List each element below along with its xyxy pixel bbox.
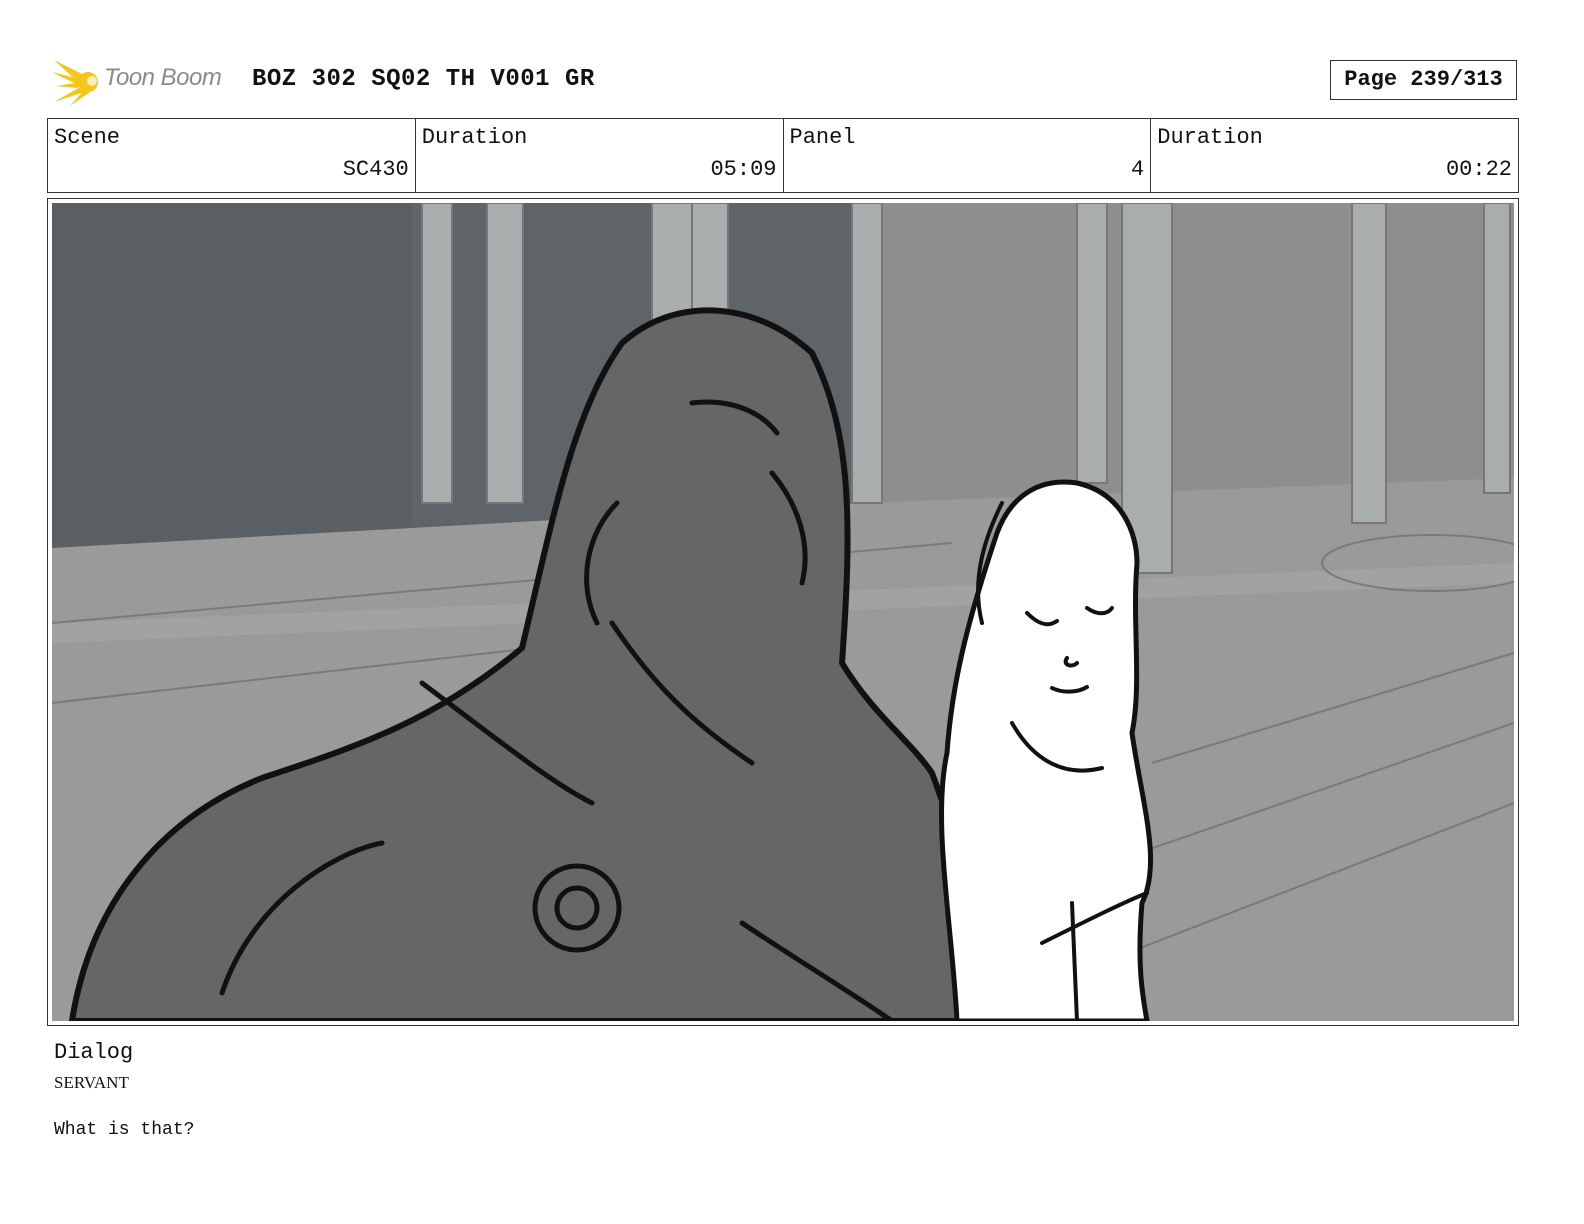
panel-duration-value: 00:22 <box>1445 157 1512 182</box>
scene-label: Scene <box>54 125 121 150</box>
document-title: BOZ 302 SQ02 TH V001 GR <box>252 66 595 93</box>
storyboard-panel-image <box>52 203 1514 1021</box>
scene-value: SC430 <box>342 157 409 182</box>
panel-duration-label: Duration <box>1157 125 1263 150</box>
page-indicator: Page 239/313 <box>1330 60 1517 100</box>
dialog-speaker: SERVANT <box>54 1073 129 1092</box>
panel-value: 4 <box>1131 157 1145 182</box>
scene-duration-value: 05:09 <box>710 157 777 182</box>
scene-info-table: Scene SC430 Duration 05:09 Panel 4 Durat… <box>47 118 1519 193</box>
panel-label: Panel <box>789 125 856 150</box>
panel-cell: Panel 4 <box>784 119 1152 192</box>
dialog-heading: Dialog <box>54 1040 134 1065</box>
dialog-line: What is that? <box>54 1120 195 1140</box>
panel-duration-cell: Duration 00:22 <box>1151 119 1518 192</box>
logo-wordmark: Toon Boom <box>104 64 222 91</box>
scene-duration-cell: Duration 05:09 <box>416 119 784 192</box>
scene-duration-label: Duration <box>421 125 528 150</box>
scene-cell: Scene SC430 <box>48 119 416 192</box>
